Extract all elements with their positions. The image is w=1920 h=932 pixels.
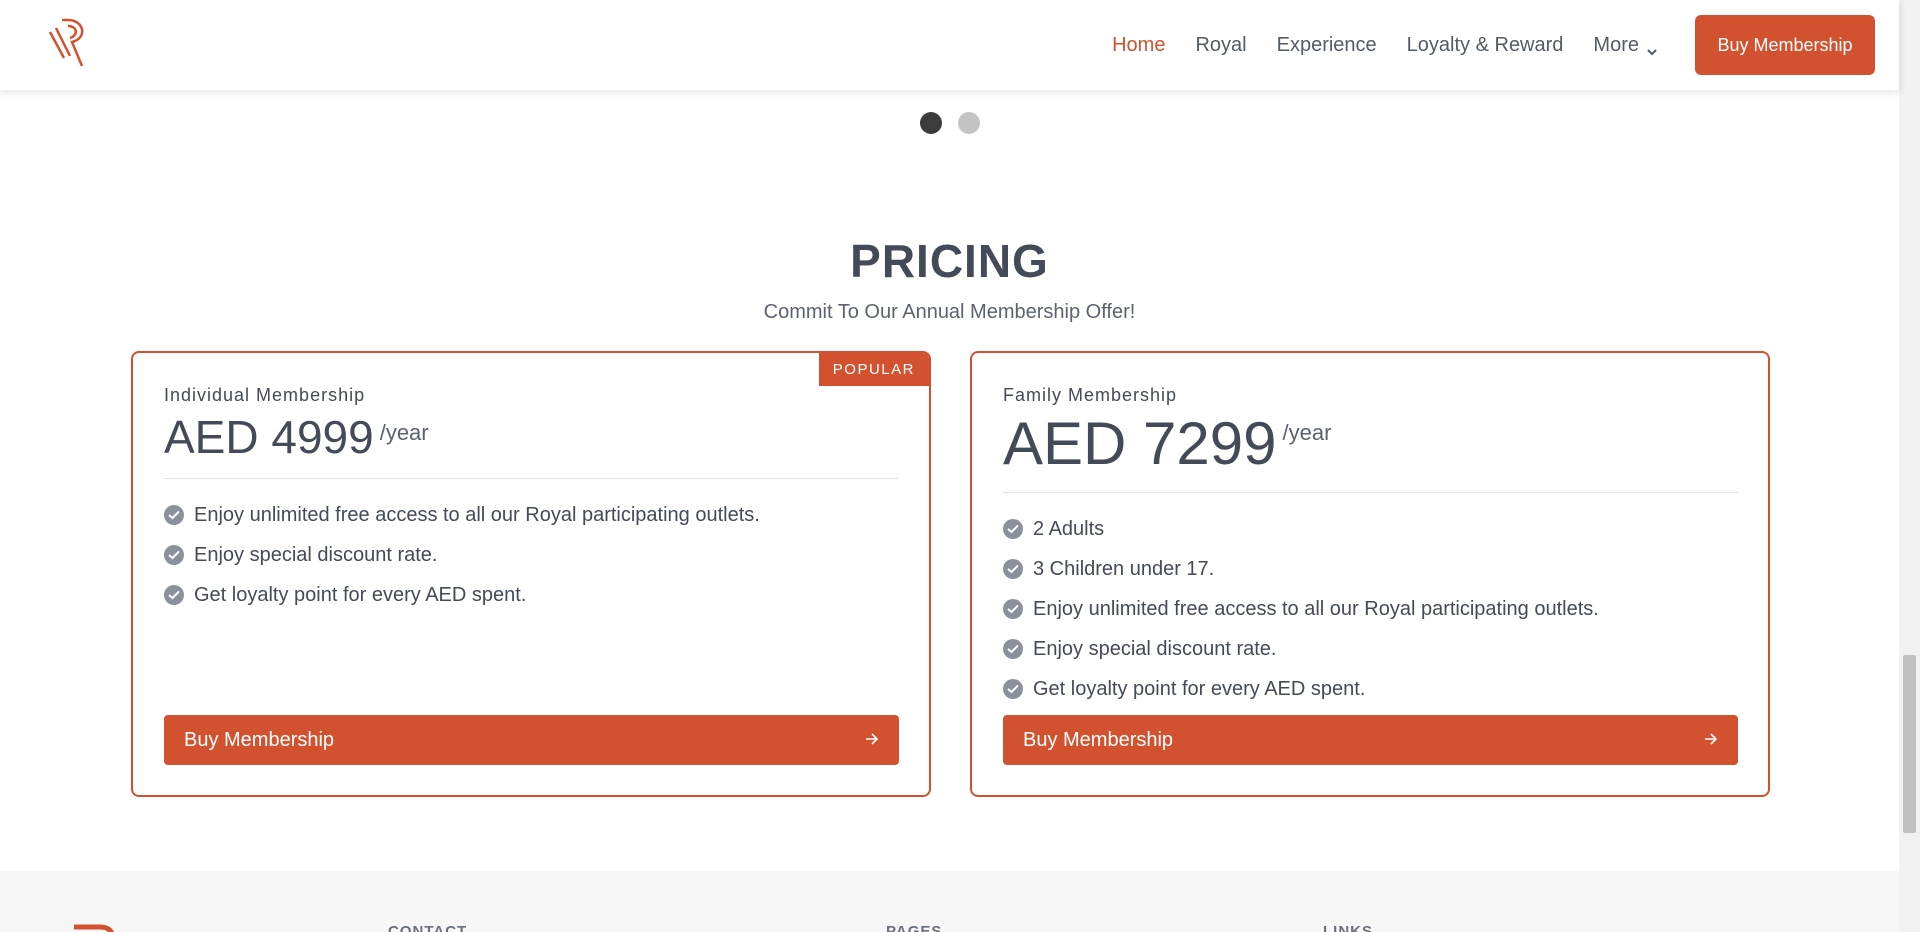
arrow-right-icon bbox=[865, 729, 879, 752]
feature-list: 2 Adults 3 Children under 17. Enjoy unli… bbox=[1003, 509, 1738, 709]
plan-name: Family Membership bbox=[1003, 385, 1178, 405]
feature-item: Enjoy unlimited free access to all our R… bbox=[164, 495, 899, 535]
buy-membership-individual-button[interactable]: Buy Membership bbox=[164, 715, 899, 765]
chevron-down-icon bbox=[1647, 40, 1657, 56]
footer-heading-contact: CONTACT bbox=[388, 923, 468, 932]
feature-list: Enjoy unlimited free access to all our R… bbox=[164, 495, 899, 615]
price-row: AED 4999 /year bbox=[164, 414, 899, 460]
card-content: Family Membership AED 7299 /year 2 Adult… bbox=[1003, 385, 1738, 709]
check-circle-icon bbox=[164, 585, 184, 605]
plan-period: /year bbox=[1282, 420, 1332, 445]
price-row: AED 7299 /year bbox=[1003, 414, 1738, 474]
scrollbar-thumb[interactable] bbox=[1903, 655, 1916, 833]
nav-royal[interactable]: Royal bbox=[1195, 34, 1246, 57]
divider bbox=[1003, 492, 1738, 493]
brand-logo[interactable] bbox=[48, 18, 96, 68]
site-header: Home Royal Experience Loyalty & Reward M… bbox=[0, 0, 1899, 90]
feature-item: Enjoy unlimited free access to all our R… bbox=[1003, 589, 1738, 629]
check-circle-icon bbox=[1003, 679, 1023, 699]
carousel-dot-2[interactable] bbox=[958, 112, 980, 134]
pricing-title: PRICING bbox=[850, 235, 1049, 287]
nav-loyalty-reward[interactable]: Loyalty & Reward bbox=[1407, 34, 1564, 57]
page-scrollbar[interactable] bbox=[1899, 0, 1920, 932]
page: Home Royal Experience Loyalty & Reward M… bbox=[0, 0, 1899, 932]
carousel-dots bbox=[920, 112, 996, 134]
nav-experience[interactable]: Experience bbox=[1277, 34, 1377, 57]
check-circle-icon bbox=[164, 545, 184, 565]
footer-heading-links: LINKS bbox=[1323, 923, 1373, 932]
footer-heading-pages: PAGES bbox=[886, 923, 943, 932]
nav-more[interactable]: More bbox=[1593, 34, 1657, 57]
check-circle-icon bbox=[1003, 519, 1023, 539]
buy-membership-family-button[interactable]: Buy Membership bbox=[1003, 715, 1738, 765]
check-circle-icon bbox=[1003, 599, 1023, 619]
feature-item: Get loyalty point for every AED spent. bbox=[1003, 669, 1738, 709]
pricing-card-family: Family Membership AED 7299 /year 2 Adult… bbox=[970, 351, 1770, 797]
divider bbox=[164, 478, 899, 479]
buy-membership-header-button[interactable]: Buy Membership bbox=[1695, 15, 1875, 75]
carousel-dot-1[interactable] bbox=[920, 112, 942, 134]
plan-period: /year bbox=[379, 420, 429, 445]
feature-item: Enjoy special discount rate. bbox=[164, 535, 899, 575]
popular-badge: POPULAR bbox=[818, 353, 929, 386]
plan-name: Individual Membership bbox=[164, 385, 366, 405]
pricing-subtitle: Commit To Our Annual Membership Offer! bbox=[763, 301, 1136, 323]
card-content: Individual Membership AED 4999 /year Enj… bbox=[164, 385, 899, 615]
site-footer: CONTACT PAGES LINKS bbox=[0, 871, 1899, 932]
arrow-right-icon bbox=[1704, 729, 1718, 752]
check-circle-icon bbox=[1003, 639, 1023, 659]
feature-item: Enjoy special discount rate. bbox=[1003, 629, 1738, 669]
check-circle-icon bbox=[1003, 559, 1023, 579]
plan-price: AED 4999 bbox=[164, 411, 374, 463]
pricing-card-individual: POPULAR Individual Membership AED 4999 /… bbox=[131, 351, 931, 797]
feature-item: Get loyalty point for every AED spent. bbox=[164, 575, 899, 615]
footer-logo[interactable] bbox=[72, 923, 120, 932]
main-nav: Home Royal Experience Loyalty & Reward M… bbox=[1112, 0, 1899, 90]
check-circle-icon bbox=[164, 505, 184, 525]
plan-price: AED 7299 bbox=[1003, 410, 1277, 477]
nav-home[interactable]: Home bbox=[1112, 34, 1165, 57]
feature-item: 2 Adults bbox=[1003, 509, 1738, 549]
feature-item: 3 Children under 17. bbox=[1003, 549, 1738, 589]
